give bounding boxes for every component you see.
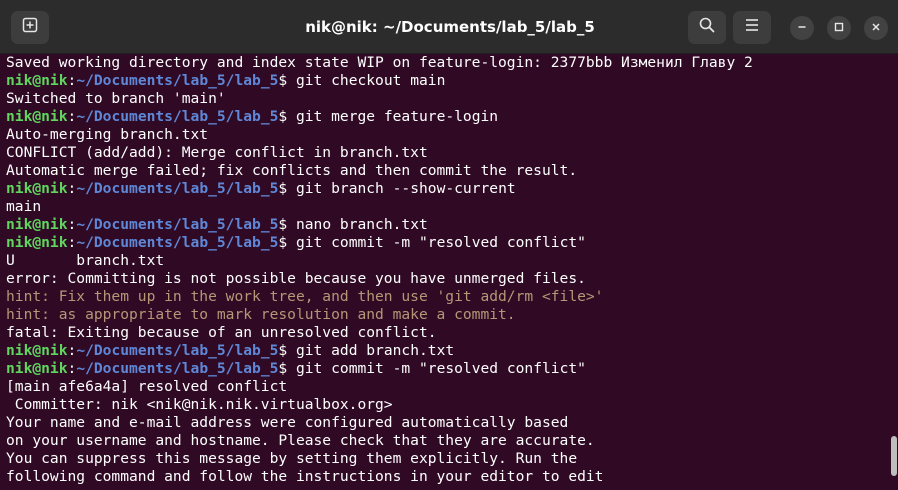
terminal-output[interactable]: Saved working directory and index state …: [6, 54, 886, 490]
output-line: error: Committing is not possible becaus…: [6, 270, 586, 287]
command-text: git checkout main: [295, 72, 446, 89]
prompt-path: ~/Documents/lab_5/lab_5: [76, 72, 279, 89]
prompt-separator: :: [67, 234, 77, 251]
output-line: Committer: nik <nik@nik.nik.virtualbox.o…: [6, 396, 393, 413]
prompt-separator: :: [67, 342, 77, 359]
prompt-user: nik@nik: [6, 342, 68, 359]
new-tab-button[interactable]: [11, 11, 49, 44]
close-icon: [871, 19, 881, 37]
output-line: Saved working directory and index state …: [6, 54, 753, 71]
prompt-suffix: $: [278, 108, 296, 125]
minimize-button[interactable]: [790, 16, 814, 40]
prompt-path: ~/Documents/lab_5/lab_5: [76, 342, 279, 359]
prompt-separator: :: [67, 180, 77, 197]
menu-button[interactable]: [733, 11, 771, 44]
output-line: fatal: Exiting because of an unresolved …: [6, 324, 437, 341]
output-line: main: [6, 198, 42, 215]
prompt-path: ~/Documents/lab_5/lab_5: [76, 108, 279, 125]
output-line: Automatic merge failed; fix conflicts an…: [6, 162, 578, 179]
output-line: Switched to branch 'main': [6, 90, 226, 107]
output-line: Auto-merging branch.txt: [6, 126, 209, 143]
prompt-user: nik@nik: [6, 180, 68, 197]
prompt-path: ~/Documents/lab_5/lab_5: [76, 180, 279, 197]
prompt-separator: :: [67, 216, 77, 233]
command-text: nano branch.txt: [295, 216, 428, 233]
prompt-suffix: $: [278, 342, 296, 359]
output-line: U branch.txt: [6, 252, 165, 269]
prompt-path: ~/Documents/lab_5/lab_5: [76, 216, 279, 233]
search-icon: [699, 17, 715, 38]
scrollbar-thumb[interactable]: [891, 436, 897, 476]
output-line: following command and follow the instruc…: [6, 468, 604, 485]
prompt-suffix: $: [278, 180, 296, 197]
prompt-path: ~/Documents/lab_5/lab_5: [76, 234, 279, 251]
command-text: git commit -m "resolved conflict": [295, 234, 586, 251]
prompt-user: nik@nik: [6, 108, 68, 125]
window-title: nik@nik: ~/Documents/lab_5/lab_5: [305, 18, 595, 36]
prompt-user: nik@nik: [6, 360, 68, 377]
prompt-suffix: $: [278, 360, 296, 377]
command-text: git add branch.txt: [295, 342, 455, 359]
terminal-window: nik@nik: ~/Documents/lab_5/lab_5 Saved w…: [0, 0, 898, 490]
prompt-user: nik@nik: [6, 72, 68, 89]
prompt-suffix: $: [278, 234, 296, 251]
prompt-line: nik@nik:~/Documents/lab_5/lab_5$ nano br…: [6, 216, 886, 234]
hint-line: hint: Fix them up in the work tree, and …: [6, 288, 604, 305]
command-text: git branch --show-current: [295, 180, 516, 197]
prompt-line: nik@nik:~/Documents/lab_5/lab_5$ git com…: [6, 234, 886, 252]
minimize-icon: [797, 19, 807, 37]
prompt-user: nik@nik: [6, 216, 68, 233]
prompt-suffix: $: [278, 72, 296, 89]
command-text: git commit -m "resolved conflict": [295, 360, 586, 377]
maximize-icon: [834, 19, 844, 37]
search-button[interactable]: [688, 11, 726, 44]
command-text: git merge feature-login: [295, 108, 499, 125]
prompt-line: nik@nik:~/Documents/lab_5/lab_5$ git mer…: [6, 108, 886, 126]
output-line: You can suppress this message by setting…: [6, 450, 578, 467]
new-tab-icon: [22, 17, 38, 38]
hamburger-menu-icon: [744, 18, 760, 37]
hint-line: hint: as appropriate to mark resolution …: [6, 306, 516, 323]
prompt-line: nik@nik:~/Documents/lab_5/lab_5$ git che…: [6, 72, 886, 90]
prompt-user: nik@nik: [6, 234, 68, 251]
prompt-separator: :: [67, 360, 77, 377]
output-line: CONFLICT (add/add): Merge conflict in br…: [6, 144, 428, 161]
prompt-separator: :: [67, 72, 77, 89]
maximize-button[interactable]: [827, 16, 851, 40]
prompt-line: nik@nik:~/Documents/lab_5/lab_5$ git add…: [6, 342, 886, 360]
prompt-path: ~/Documents/lab_5/lab_5: [76, 360, 279, 377]
output-line: Your name and e-mail address were config…: [6, 414, 569, 431]
output-line: [main afe6a4a] resolved conflict: [6, 378, 288, 395]
title-bar[interactable]: nik@nik: ~/Documents/lab_5/lab_5: [0, 0, 898, 54]
prompt-line: nik@nik:~/Documents/lab_5/lab_5$ git com…: [6, 360, 886, 378]
prompt-separator: :: [67, 108, 77, 125]
prompt-suffix: $: [278, 216, 296, 233]
output-line: on your username and hostname. Please ch…: [6, 432, 595, 449]
close-button[interactable]: [864, 16, 888, 40]
prompt-line: nik@nik:~/Documents/lab_5/lab_5$ git bra…: [6, 180, 886, 198]
